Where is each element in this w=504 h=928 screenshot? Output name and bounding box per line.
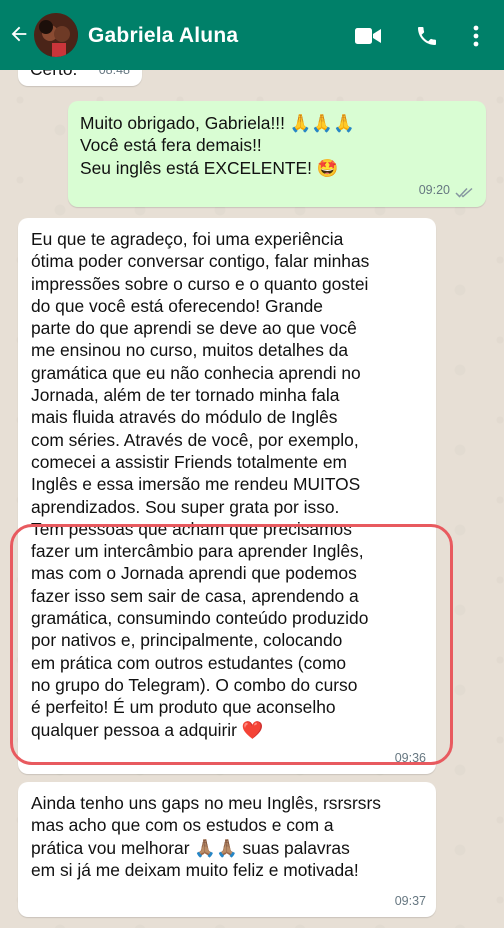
message-time: 09:20 [418,182,450,197]
double-check-icon [455,187,473,198]
message-incoming[interactable]: Ainda tenho uns gaps no meu Inglês, rsrs… [18,782,436,917]
message-text: Ainda tenho uns gaps no meu Inglês, rsrs… [31,793,381,880]
highlight-frame [10,524,453,765]
message-outgoing[interactable]: Muito obrigado, Gabriela!!! 🙏🙏🙏 Você est… [68,101,486,207]
chat-header: Gabriela Aluna [0,0,504,70]
phone-icon[interactable] [415,24,439,48]
contact-name[interactable]: Gabriela Aluna [88,24,238,48]
message-text: Muito obrigado, Gabriela!!! 🙏🙏🙏 Você est… [80,113,355,178]
message-time: 09:37 [394,893,426,908]
back-arrow-icon[interactable] [8,22,30,46]
more-vertical-icon[interactable] [472,25,480,47]
avatar[interactable] [34,13,78,57]
video-call-icon[interactable] [355,27,381,45]
